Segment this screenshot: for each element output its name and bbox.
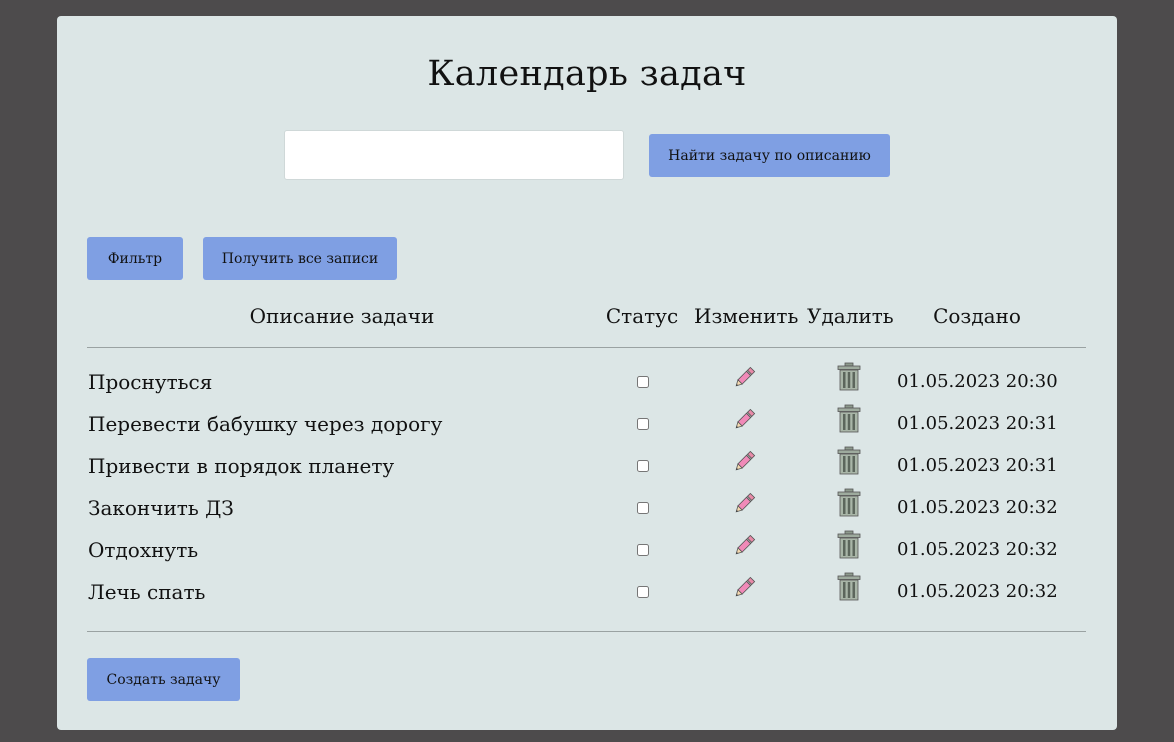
status-checkbox[interactable]: [637, 502, 649, 514]
trash-icon[interactable]: [836, 446, 862, 476]
column-header-edit: Изменить: [694, 304, 799, 328]
trash-icon[interactable]: [836, 488, 862, 518]
table-row: Перевести бабушку через дорогу 01.05.202…: [57, 404, 1117, 446]
get-all-button[interactable]: Получить все записи: [203, 237, 397, 280]
status-checkbox[interactable]: [637, 418, 649, 430]
pencil-icon[interactable]: [730, 406, 758, 434]
task-description: Проснуться: [88, 370, 213, 394]
pencil-icon[interactable]: [730, 532, 758, 560]
created-timestamp: 01.05.2023 20:30: [897, 371, 1058, 392]
created-timestamp: 01.05.2023 20:32: [897, 539, 1058, 560]
trash-icon[interactable]: [836, 530, 862, 560]
table-row: Отдохнуть 01.05.2023 20:32: [57, 530, 1117, 572]
column-header-delete: Удалить: [807, 304, 894, 328]
task-description: Привести в порядок планету: [88, 454, 395, 478]
pencil-icon[interactable]: [730, 574, 758, 602]
search-button[interactable]: Найти задачу по описанию: [649, 134, 890, 177]
column-header-created: Создано: [933, 304, 1021, 328]
created-timestamp: 01.05.2023 20:31: [897, 455, 1058, 476]
column-header-status: Статус: [605, 304, 679, 328]
table-row: Закончить ДЗ 01.05.2023 20:32: [57, 488, 1117, 530]
table-bottom-divider: [87, 631, 1086, 632]
task-description: Отдохнуть: [88, 538, 199, 562]
status-checkbox[interactable]: [637, 460, 649, 472]
table-top-divider: [87, 347, 1086, 348]
trash-icon[interactable]: [836, 572, 862, 602]
pencil-icon[interactable]: [730, 490, 758, 518]
pencil-icon[interactable]: [730, 364, 758, 392]
status-checkbox[interactable]: [637, 586, 649, 598]
trash-icon[interactable]: [836, 404, 862, 434]
task-description: Закончить ДЗ: [88, 496, 234, 520]
task-list: Проснуться 01.05.2023 20:30 Перевести ба…: [57, 362, 1117, 614]
trash-icon[interactable]: [836, 362, 862, 392]
table-row: Лечь спать 01.05.2023 20:32: [57, 572, 1117, 614]
created-timestamp: 01.05.2023 20:31: [897, 413, 1058, 434]
table-row: Проснуться 01.05.2023 20:30: [57, 362, 1117, 404]
page-title: Календарь задач: [427, 54, 747, 94]
task-description: Перевести бабушку через дорогу: [88, 412, 443, 436]
created-timestamp: 01.05.2023 20:32: [897, 581, 1058, 602]
filter-button[interactable]: Фильтр: [87, 237, 183, 280]
status-checkbox[interactable]: [637, 376, 649, 388]
pencil-icon[interactable]: [730, 448, 758, 476]
task-description: Лечь спать: [88, 580, 206, 604]
search-input[interactable]: [284, 130, 624, 180]
created-timestamp: 01.05.2023 20:32: [897, 497, 1058, 518]
status-checkbox[interactable]: [637, 544, 649, 556]
create-task-button[interactable]: Создать задачу: [87, 658, 240, 701]
column-header-description: Описание задачи: [249, 304, 435, 328]
task-calendar-card: Календарь задач Найти задачу по описанию…: [57, 16, 1117, 730]
table-row: Привести в порядок планету 01.05.2023 20…: [57, 446, 1117, 488]
